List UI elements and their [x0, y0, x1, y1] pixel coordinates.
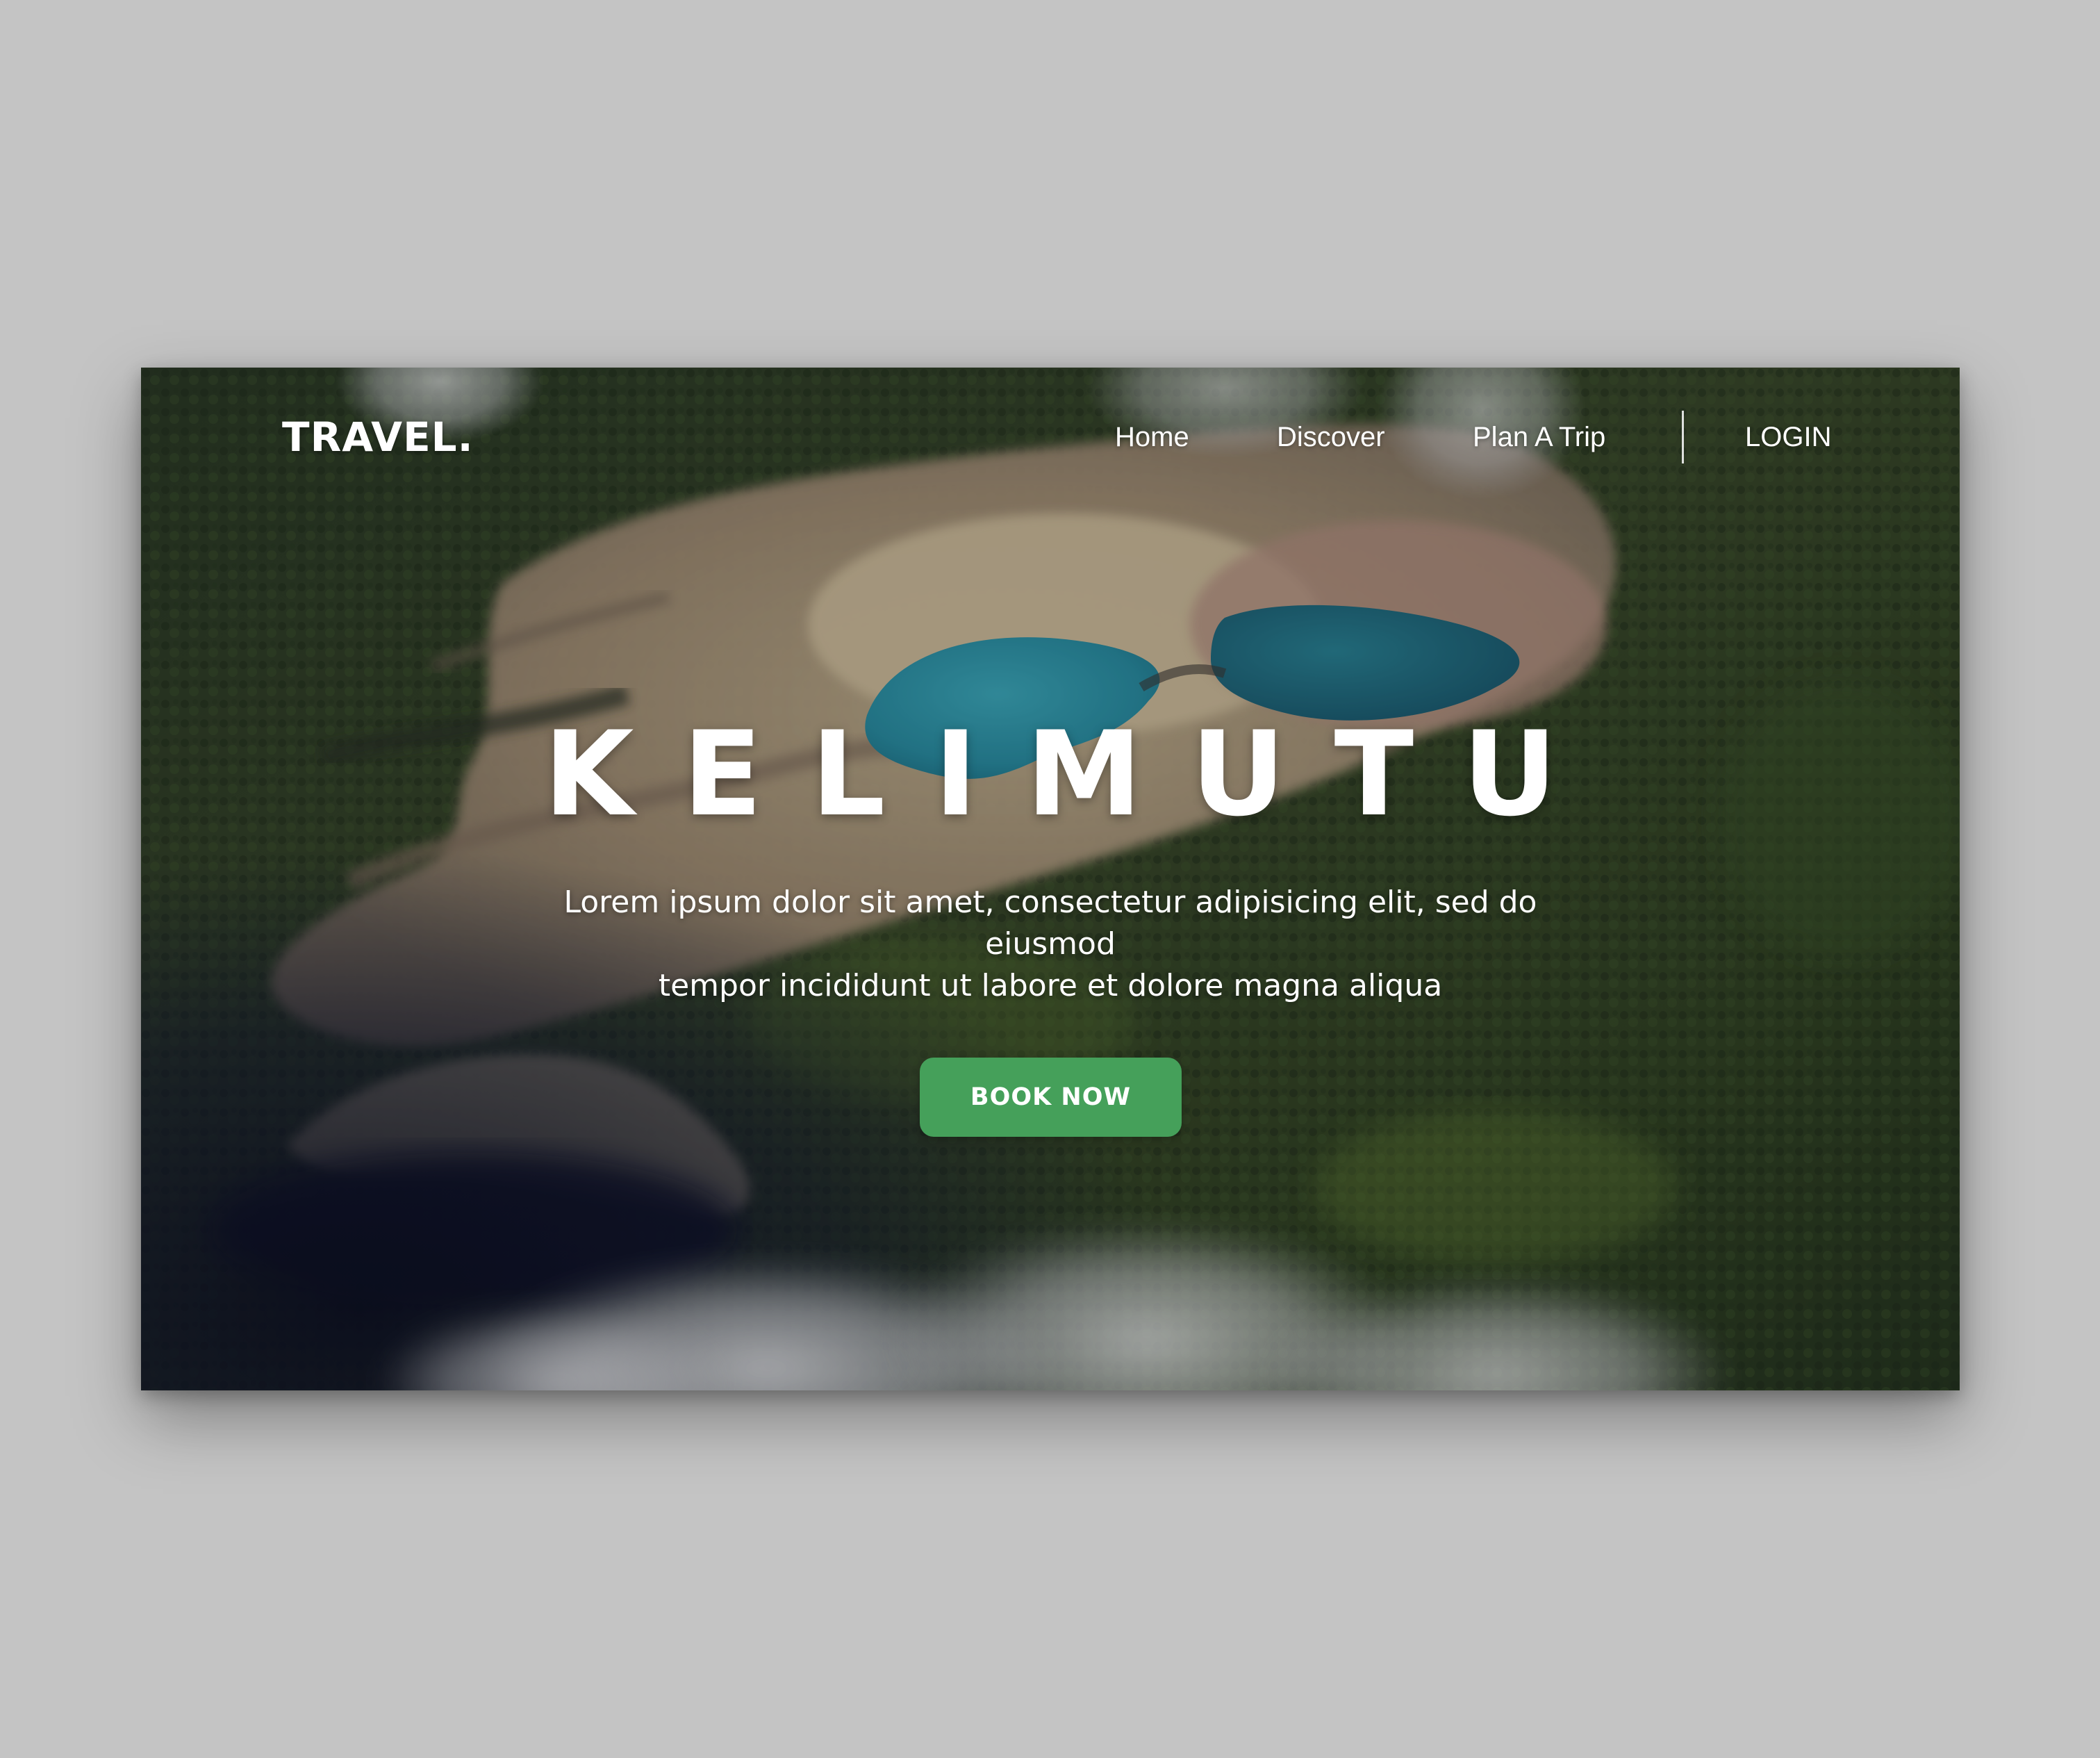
- landing-page-frame: TRAVEL. Home Discover Plan A Trip LOGIN …: [141, 368, 1960, 1390]
- nav-link-plan-a-trip[interactable]: Plan A Trip: [1473, 418, 1605, 457]
- nav-link-home[interactable]: Home: [1115, 418, 1189, 457]
- hero-subtitle: Lorem ipsum dolor sit amet, consectetur …: [495, 882, 1606, 1007]
- nav-link-discover[interactable]: Discover: [1277, 418, 1385, 457]
- book-now-button[interactable]: BOOK NOW: [920, 1058, 1182, 1137]
- hero-background-image: [141, 368, 1960, 1390]
- nav-divider: [1682, 411, 1684, 463]
- hero-title: KELIMUTU: [543, 706, 1606, 842]
- site-logo[interactable]: TRAVEL.: [282, 412, 474, 462]
- hero-subtitle-line-1: Lorem ipsum dolor sit amet, consectetur …: [563, 885, 1537, 962]
- login-link[interactable]: LOGIN: [1745, 418, 1831, 457]
- top-navigation: TRAVEL. Home Discover Plan A Trip LOGIN: [141, 368, 1960, 507]
- hero-subtitle-line-2: tempor incididunt ut labore et dolore ma…: [658, 968, 1443, 1003]
